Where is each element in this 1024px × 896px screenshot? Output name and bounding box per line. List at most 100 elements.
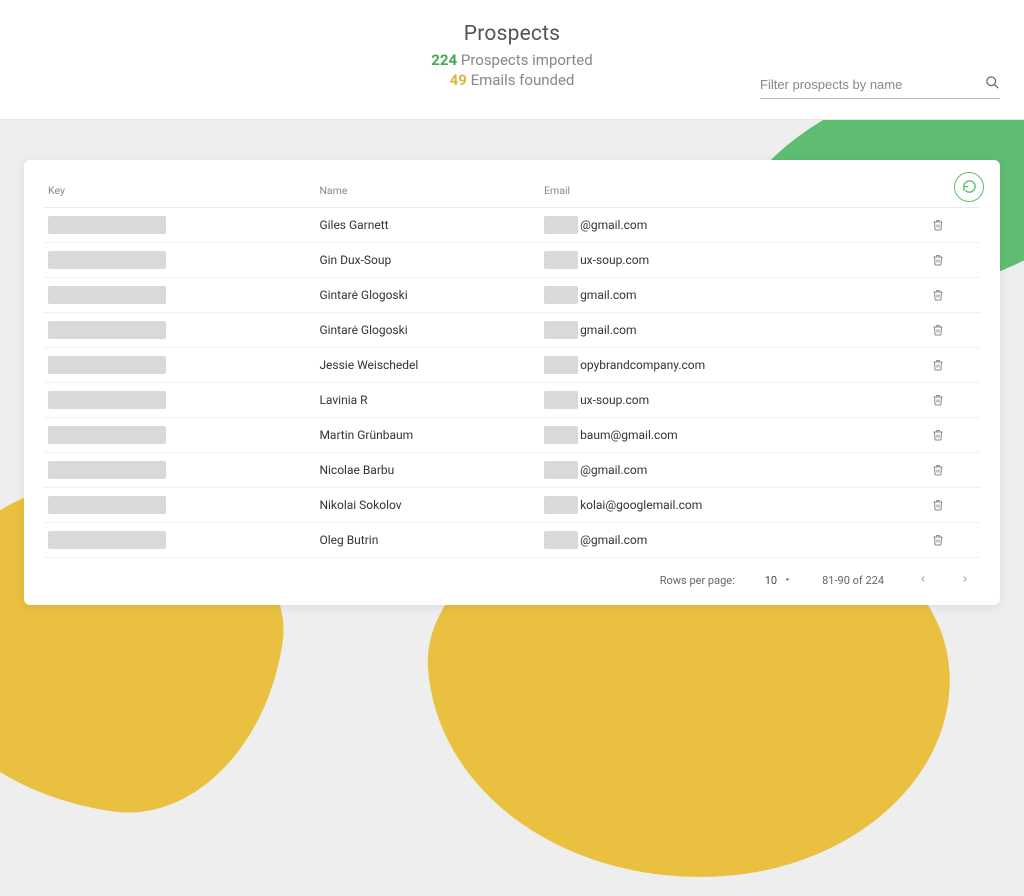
cell-name: Oleg Butrin — [315, 522, 540, 557]
delete-row-button[interactable] — [896, 417, 980, 452]
emails-count: 49 — [450, 71, 467, 89]
email-suffix: gmail.com — [580, 323, 636, 337]
email-suffix: baum@gmail.com — [580, 428, 678, 442]
prospects-card: Key Name Email Giles Garnett@gmail.comGi… — [24, 160, 1000, 605]
prospects-table: Key Name Email Giles Garnett@gmail.comGi… — [44, 176, 980, 558]
redacted-email-prefix — [544, 286, 578, 304]
trash-icon — [900, 359, 976, 371]
redacted-key — [48, 286, 166, 304]
table-row: Martin Grünbaum baum@gmail.com — [44, 417, 980, 452]
delete-row-button[interactable] — [896, 242, 980, 277]
refresh-button[interactable] — [954, 172, 984, 202]
cell-name: Giles Garnett — [315, 207, 540, 242]
trash-icon — [900, 499, 976, 511]
table-row: Giles Garnett @gmail.com — [44, 207, 980, 242]
delete-row-button[interactable] — [896, 277, 980, 312]
delete-row-button[interactable] — [896, 487, 980, 522]
redacted-key — [48, 531, 166, 549]
rows-per-page-select[interactable]: 10 — [765, 574, 792, 587]
cell-email: @gmail.com — [544, 461, 892, 479]
email-suffix: @gmail.com — [580, 218, 647, 232]
redacted-key — [48, 321, 166, 339]
table-row: Gin Dux-Soup ux-soup.com — [44, 242, 980, 277]
redacted-email-prefix — [544, 496, 578, 514]
page-title: Prospects — [464, 22, 560, 46]
email-suffix: ux-soup.com — [580, 393, 649, 407]
trash-icon — [900, 324, 976, 336]
cell-name: Martin Grünbaum — [315, 417, 540, 452]
cell-email: gmail.com — [544, 321, 892, 339]
table-row: Nikolai Sokolov kolai@googlemail.com — [44, 487, 980, 522]
table-row: Oleg Butrin @gmail.com — [44, 522, 980, 557]
cell-name: Gintarė Glogoski — [315, 312, 540, 347]
cell-email: ux-soup.com — [544, 251, 892, 269]
redacted-email-prefix — [544, 356, 578, 374]
email-suffix: opybrandcompany.com — [580, 358, 705, 372]
redacted-key — [48, 251, 166, 269]
cell-name: Jessie Weischedel — [315, 347, 540, 382]
cell-email: gmail.com — [544, 286, 892, 304]
email-suffix: ux-soup.com — [580, 253, 649, 267]
redacted-email-prefix — [544, 216, 578, 234]
cell-email: kolai@googlemail.com — [544, 496, 892, 514]
trash-icon — [900, 464, 976, 476]
redacted-email-prefix — [544, 391, 578, 409]
cell-name: Gintarė Glogoski — [315, 277, 540, 312]
email-suffix: @gmail.com — [580, 533, 647, 547]
search-container — [760, 75, 1000, 99]
redacted-key — [48, 356, 166, 374]
imported-count: 224 — [431, 51, 457, 69]
redacted-key — [48, 216, 166, 234]
pagination-bar: Rows per page: 10 81-90 of 224 — [44, 558, 980, 593]
cell-name: Lavinia R — [315, 382, 540, 417]
prev-page-button[interactable] — [914, 572, 932, 589]
emails-label: Emails founded — [471, 71, 575, 89]
redacted-email-prefix — [544, 461, 578, 479]
table-row: Gintarė Glogoski gmail.com — [44, 312, 980, 347]
redacted-email-prefix — [544, 531, 578, 549]
column-header-key[interactable]: Key — [44, 176, 315, 208]
pagination-range: 81-90 of 224 — [822, 574, 884, 587]
delete-row-button[interactable] — [896, 347, 980, 382]
table-row: Gintarė Glogoski gmail.com — [44, 277, 980, 312]
delete-row-button[interactable] — [896, 207, 980, 242]
rows-per-page-label: Rows per page: — [660, 574, 735, 587]
page-header: Prospects 224 Prospects imported 49 Emai… — [0, 0, 1024, 120]
cell-name: Gin Dux-Soup — [315, 242, 540, 277]
cell-email: ux-soup.com — [544, 391, 892, 409]
delete-row-button[interactable] — [896, 382, 980, 417]
chevron-down-icon — [783, 574, 792, 587]
redacted-email-prefix — [544, 426, 578, 444]
cell-email: @gmail.com — [544, 216, 892, 234]
redacted-key — [48, 461, 166, 479]
redacted-email-prefix — [544, 321, 578, 339]
table-row: Jessie Weischedel opybrandcompany.com — [44, 347, 980, 382]
cell-email: baum@gmail.com — [544, 426, 892, 444]
redacted-key — [48, 426, 166, 444]
search-input[interactable] — [760, 77, 985, 92]
trash-icon — [900, 219, 976, 231]
redacted-key — [48, 391, 166, 409]
delete-row-button[interactable] — [896, 312, 980, 347]
column-header-email[interactable]: Email — [540, 176, 896, 208]
redacted-key — [48, 496, 166, 514]
next-page-button[interactable] — [956, 572, 974, 589]
cell-email: @gmail.com — [544, 531, 892, 549]
cell-name: Nikolai Sokolov — [315, 487, 540, 522]
table-row: Nicolae Barbu@gmail.com — [44, 452, 980, 487]
email-suffix: @gmail.com — [580, 463, 647, 477]
trash-icon — [900, 394, 976, 406]
trash-icon — [900, 429, 976, 441]
rows-per-page-value: 10 — [765, 574, 777, 587]
email-suffix: gmail.com — [580, 288, 636, 302]
search-icon[interactable] — [985, 75, 1000, 94]
delete-row-button[interactable] — [896, 452, 980, 487]
column-header-name[interactable]: Name — [315, 176, 540, 208]
trash-icon — [900, 254, 976, 266]
redacted-email-prefix — [544, 251, 578, 269]
trash-icon — [900, 289, 976, 301]
header-stats: 224 Prospects imported 49 Emails founded — [431, 50, 592, 91]
email-suffix: kolai@googlemail.com — [580, 498, 702, 512]
trash-icon — [900, 534, 976, 546]
delete-row-button[interactable] — [896, 522, 980, 557]
